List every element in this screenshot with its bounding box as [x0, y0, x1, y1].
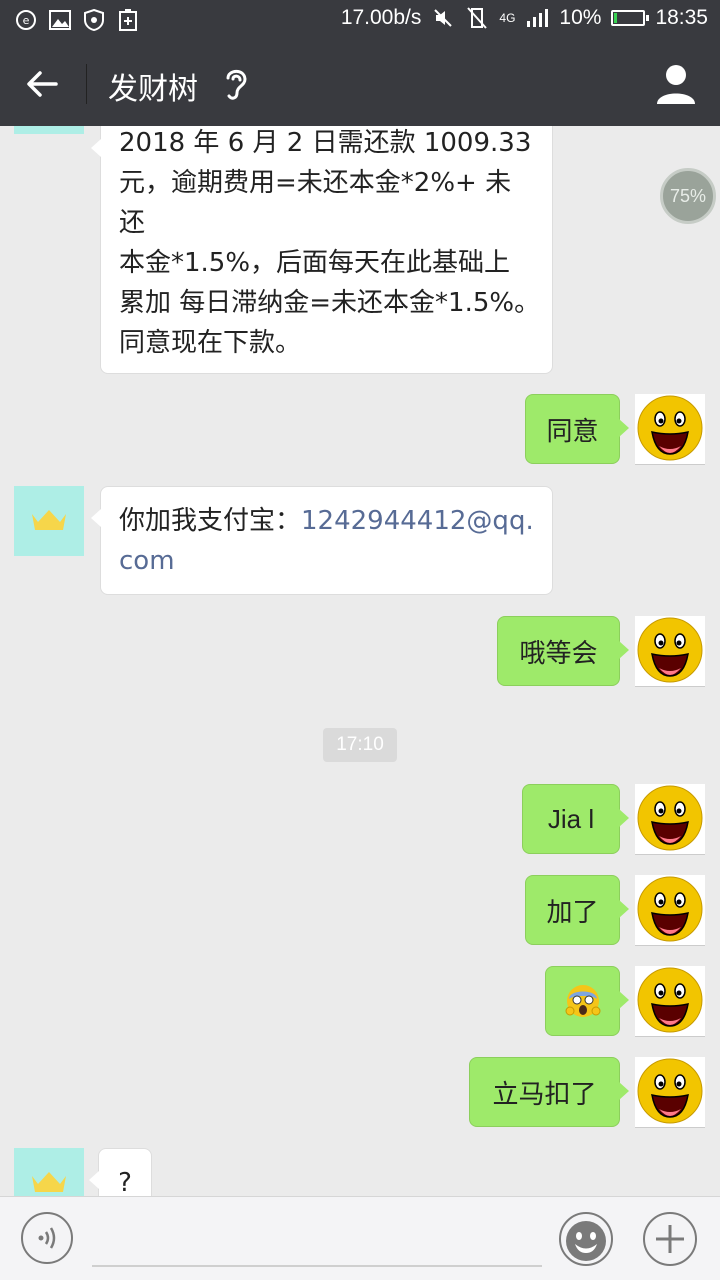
input-bar	[0, 1196, 720, 1280]
message-line: 本金*1.5%，后面每天在此基础上	[119, 248, 511, 278]
voice-icon	[21, 1212, 73, 1264]
chat-title: 发财树	[108, 72, 198, 107]
my-avatar[interactable]	[635, 966, 705, 1037]
title-divider	[86, 64, 87, 104]
message-line: 元，逾期费用=未还本金*2%+ 未还	[119, 168, 512, 238]
ear-icon	[218, 64, 254, 104]
battery-saver-icon	[116, 8, 140, 32]
smiley-icon	[559, 1212, 613, 1266]
scream-emoji-icon	[565, 985, 600, 1017]
message-line: 同意现在下款。	[119, 328, 302, 358]
message-text: 立马扣了	[492, 1079, 597, 1110]
message-text: ?	[118, 1168, 132, 1196]
crown-icon	[32, 1172, 66, 1192]
message-bubble-sent[interactable]	[545, 966, 629, 1036]
network-speed: 17.00b/s	[340, 6, 422, 29]
gallery-icon	[48, 8, 72, 32]
status-left-icons: e	[14, 8, 140, 32]
network-type: 4G	[499, 11, 516, 25]
message-text: 同意	[546, 416, 599, 447]
signal-icon	[525, 6, 549, 30]
my-avatar[interactable]	[635, 616, 705, 687]
crown-icon	[32, 510, 66, 530]
message-bubble-sent[interactable]: 哦等会	[497, 616, 629, 686]
chat-area[interactable]: 2018 年 6 月 2 日需还款 1009.33 元，逾期费用=未还本金*2%…	[0, 126, 720, 1196]
vibrate-off-icon	[465, 6, 489, 30]
smiley-avatar-icon	[637, 967, 703, 1033]
profile-button[interactable]	[654, 62, 698, 106]
message-bubble-sent[interactable]: 加了	[525, 875, 629, 945]
email-link[interactable]: com	[119, 546, 175, 576]
message-line: 累加 每日滞纳金=未还本金*1.5%。	[119, 288, 541, 318]
my-avatar[interactable]	[635, 394, 705, 465]
smiley-avatar-icon	[637, 617, 703, 683]
battery-fill	[614, 13, 618, 23]
message-bubble-received[interactable]: ?	[89, 1148, 152, 1196]
message-timestamp: 17:10	[323, 728, 397, 762]
progress-badge[interactable]: 75%	[660, 168, 716, 224]
arrow-left-icon	[27, 71, 58, 97]
my-avatar[interactable]	[635, 1057, 705, 1128]
plus-icon	[643, 1212, 697, 1266]
message-bubble-received[interactable]: 你加我支付宝：1242944412@qq. com	[91, 486, 553, 595]
status-bar: e 17.00b/s 4G 10% 18:35	[0, 0, 720, 42]
battery-icon	[611, 10, 650, 26]
mute-icon	[431, 6, 455, 30]
message-text: 你加我支付宝：	[119, 506, 302, 536]
person-icon	[657, 65, 695, 104]
contact-avatar[interactable]	[14, 1148, 84, 1196]
smiley-avatar-icon	[637, 1058, 703, 1124]
message-text: 加了	[546, 897, 599, 928]
smiley-avatar-icon	[637, 876, 703, 942]
message-line: 2018 年 6 月 2 日需还款 1009.33	[119, 128, 532, 158]
back-button[interactable]	[18, 60, 66, 108]
battery-percent: 10%	[559, 6, 602, 29]
message-bubble-sent[interactable]: 同意	[525, 394, 629, 464]
status-right: 17.00b/s 4G 10% 18:35	[341, 6, 708, 30]
app-notification-icon: e	[14, 8, 38, 32]
emoji-button[interactable]	[558, 1211, 614, 1267]
message-input[interactable]	[92, 1265, 542, 1267]
my-avatar[interactable]	[635, 875, 705, 946]
title-bar: 发财树	[0, 42, 720, 126]
message-bubble-received[interactable]: 2018 年 6 月 2 日需还款 1009.33 元，逾期费用=未还本金*2%…	[91, 126, 553, 374]
shield-icon	[82, 8, 106, 32]
message-text: Jia l	[547, 803, 595, 834]
voice-input-button[interactable]	[20, 1211, 74, 1265]
smiley-avatar-icon	[637, 785, 703, 851]
my-avatar[interactable]	[635, 784, 705, 855]
message-text: 哦等会	[519, 638, 598, 669]
message-bubble-sent[interactable]: Jia l	[522, 784, 629, 854]
svg-text:e: e	[23, 14, 30, 27]
email-link[interactable]: 1242944412@qq.	[301, 506, 534, 536]
smiley-avatar-icon	[637, 395, 703, 461]
contact-avatar[interactable]	[14, 486, 84, 556]
message-bubble-sent[interactable]: 立马扣了	[469, 1057, 629, 1127]
contact-avatar[interactable]	[14, 126, 84, 134]
more-button[interactable]	[642, 1211, 698, 1267]
clock: 18:35	[655, 6, 708, 29]
